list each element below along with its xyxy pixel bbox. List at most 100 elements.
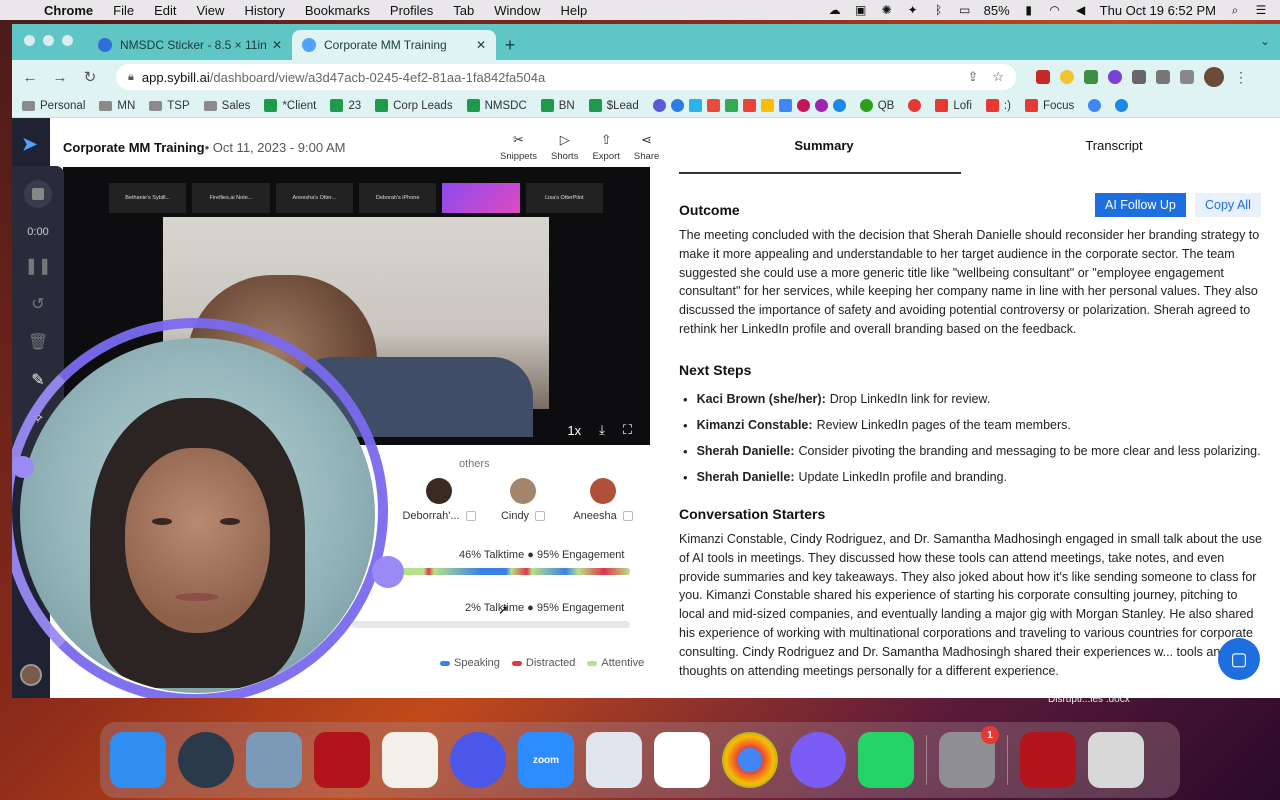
stop-recording-button[interactable] xyxy=(24,180,52,208)
cloud-icon[interactable]: ☁ xyxy=(828,4,842,16)
engagement-timeline-bar[interactable] xyxy=(372,568,630,575)
puzzle-icon[interactable] xyxy=(1132,70,1146,84)
perplexity-icon[interactable] xyxy=(450,732,506,788)
bookmark-corp-leads[interactable]: Corp Leads xyxy=(375,99,453,112)
download-icon[interactable]: ⤓ xyxy=(599,422,605,438)
bookmark-google[interactable] xyxy=(1088,99,1102,112)
app-icon[interactable] xyxy=(814,99,828,112)
app-icon[interactable] xyxy=(688,99,702,112)
profile-avatar[interactable] xyxy=(1204,67,1224,87)
bluetooth-icon[interactable]: ᛒ xyxy=(932,4,946,16)
gmail-icon[interactable] xyxy=(742,99,756,112)
menu-tab[interactable]: Tab xyxy=(443,3,484,18)
system-settings-icon[interactable]: 1 xyxy=(939,726,999,788)
webcam-bubble[interactable] xyxy=(20,338,375,693)
download-icon[interactable] xyxy=(1156,70,1170,84)
bookmark-focus[interactable]: Focus xyxy=(1024,99,1074,112)
bookmark-icons-group[interactable] xyxy=(652,99,846,112)
webcam-resize-handle[interactable] xyxy=(12,456,34,478)
participant-deborrah[interactable]: Deborrah'... xyxy=(402,478,476,522)
menu-view[interactable]: View xyxy=(186,3,234,18)
menu-history[interactable]: History xyxy=(234,3,294,18)
bookmark-lead[interactable]: $Lead xyxy=(588,99,639,112)
app-icon[interactable] xyxy=(724,99,738,112)
bookmark-app[interactable] xyxy=(1115,99,1129,112)
checkbox[interactable] xyxy=(465,511,476,521)
tab-nmsdc-sticker[interactable]: NMSDC Sticker - 8.5 × 11in ✕ xyxy=(88,30,292,60)
back-button[interactable]: ← xyxy=(22,69,38,86)
bookmark-qb[interactable]: QB xyxy=(859,99,894,112)
reload-button[interactable]: ↻ xyxy=(82,68,98,86)
extension-icon[interactable] xyxy=(1084,70,1098,84)
forward-button[interactable]: → xyxy=(52,69,68,86)
bookmark-bn[interactable]: BN xyxy=(540,99,575,112)
copy-all-button[interactable]: Copy All xyxy=(1195,193,1261,217)
bookmark-tsp[interactable]: TSP xyxy=(149,100,190,112)
sybill-logo-icon[interactable]: ➤ xyxy=(22,134,37,155)
clock[interactable]: Thu Oct 19 6:52 PM xyxy=(1100,3,1216,18)
menu-window[interactable]: Window xyxy=(484,3,550,18)
address-bar[interactable]: 🔒︎ app.sybill.ai/dashboard/view/a3d47acb… xyxy=(116,64,1016,90)
gear-icon[interactable]: ✺ xyxy=(880,4,894,16)
share-button[interactable]: ⋖ Share xyxy=(634,132,659,162)
volume-icon[interactable]: ◀ xyxy=(1074,4,1088,16)
trash-icon[interactable] xyxy=(1088,732,1144,788)
app-icon[interactable] xyxy=(832,99,846,112)
acrobat-icon[interactable] xyxy=(314,732,370,788)
control-center-icon[interactable]: ☰ xyxy=(1254,4,1268,16)
app-icon[interactable] xyxy=(706,99,720,112)
remote-desktop-icon[interactable] xyxy=(586,732,642,788)
checkbox[interactable] xyxy=(535,511,546,521)
messenger-icon[interactable] xyxy=(790,732,846,788)
export-button[interactable]: ⇧ Export xyxy=(592,132,619,162)
user-avatar[interactable] xyxy=(20,664,42,686)
zoom-window-button[interactable] xyxy=(62,35,73,46)
bookmark-mn[interactable]: MN xyxy=(99,100,135,112)
bookmark-lofi[interactable]: Lofi xyxy=(935,99,972,112)
battery-icon[interactable]: ▮ xyxy=(1022,4,1036,16)
chrome-icon[interactable] xyxy=(722,732,778,788)
menu-help[interactable]: Help xyxy=(551,3,598,18)
menu-profiles[interactable]: Profiles xyxy=(380,3,443,18)
slack-icon[interactable] xyxy=(654,732,710,788)
preview-icon[interactable] xyxy=(246,732,302,788)
ai-follow-up-button[interactable]: AI Follow Up xyxy=(1095,193,1186,217)
participant-cindy[interactable]: Cindy xyxy=(488,478,558,522)
lock-icon[interactable]: ▣ xyxy=(854,4,868,16)
playback-speed-button[interactable]: 1x xyxy=(567,423,581,438)
chevron-down-icon[interactable]: ⌄ xyxy=(1260,34,1270,48)
app-icon[interactable] xyxy=(796,99,810,112)
close-tab-icon[interactable]: ✕ xyxy=(476,38,486,52)
extension-icon[interactable] xyxy=(1060,70,1074,84)
zoom-icon[interactable]: zoom xyxy=(518,732,574,788)
wifi-icon[interactable]: ◠ xyxy=(1048,4,1062,16)
menu-app-name[interactable]: Chrome xyxy=(34,3,103,18)
bookmark-sales[interactable]: Sales xyxy=(203,100,250,112)
engagement-timeline-bar[interactable] xyxy=(352,621,630,628)
pause-icon[interactable]: ❚❚ xyxy=(25,256,52,276)
bookmark-client[interactable]: *Client xyxy=(264,99,316,112)
bookmark-23[interactable]: 23 xyxy=(330,99,361,112)
fan-icon[interactable]: ✦ xyxy=(906,4,920,16)
more-vert-icon[interactable]: ⋮ xyxy=(1234,69,1248,86)
webcam-resize-handle[interactable] xyxy=(372,556,404,588)
whatsapp-icon[interactable] xyxy=(858,732,914,788)
textedit-icon[interactable] xyxy=(382,732,438,788)
restart-icon[interactable]: ↺ xyxy=(31,294,44,314)
new-tab-button[interactable]: + xyxy=(496,30,524,60)
bookmark-app[interactable] xyxy=(908,99,922,112)
checkbox[interactable] xyxy=(622,511,633,521)
minimize-window-button[interactable] xyxy=(43,35,54,46)
sidepanel-icon[interactable] xyxy=(1180,70,1194,84)
menu-file[interactable]: File xyxy=(103,3,144,18)
close-tab-icon[interactable]: ✕ xyxy=(272,38,282,52)
bookmark-smile[interactable]: :) xyxy=(985,99,1011,112)
shorts-button[interactable]: ▷ Shorts xyxy=(551,132,578,162)
tab-transcript[interactable]: Transcript xyxy=(969,138,1259,153)
trash-icon[interactable]: 🗑︎ xyxy=(28,332,48,352)
calendar-icon[interactable] xyxy=(778,99,792,112)
tab-summary[interactable]: Summary xyxy=(679,138,969,153)
quicktime-icon[interactable] xyxy=(178,732,234,788)
desktop-file-label[interactable]: Disrupti...les .docx xyxy=(1048,694,1130,705)
spotlight-search-icon[interactable]: ⌕ xyxy=(1228,4,1242,16)
